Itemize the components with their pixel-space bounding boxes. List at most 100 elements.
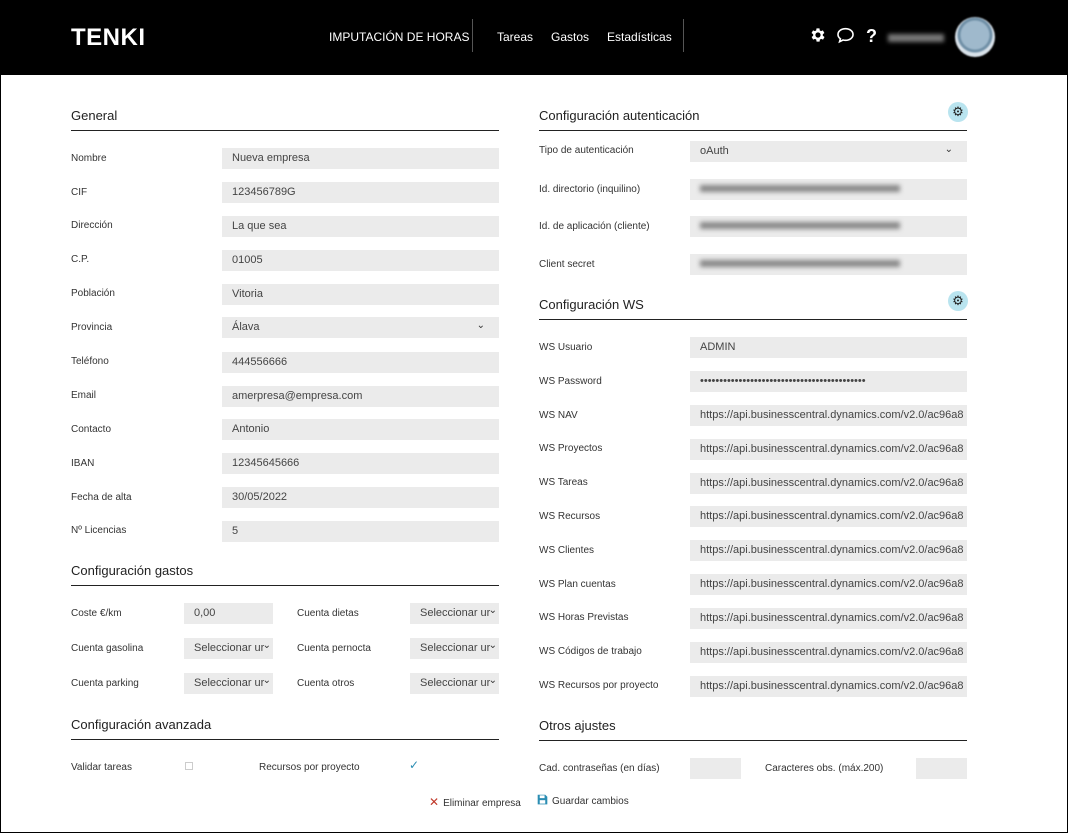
nav-imputacion-horas[interactable]: IMPUTACIÓN DE HORAS [329,30,469,44]
ws-codigos-trabajo-input[interactable]: https://api.businesscentral.dynamics.com… [690,642,967,663]
label-contacto: Contacto [71,424,112,435]
section-title-gastos: Configuración gastos [71,563,194,578]
contacto-input[interactable]: Antonio [222,419,499,440]
avatar[interactable] [955,17,995,57]
save-icon [537,794,548,807]
label-telefono: Teléfono [71,356,109,367]
label-poblacion: Población [71,288,115,299]
coste-km-input[interactable]: 0,00 [184,603,273,624]
cuenta-gasolina-select[interactable]: Seleccionar ur ⌄ [184,638,273,659]
ws-proyectos-input[interactable]: https://api.businesscentral.dynamics.com… [690,439,967,460]
label-ws-nav: WS NAV [539,410,578,421]
section-divider [71,130,499,131]
section-divider [539,319,967,320]
nav-divider [683,19,684,52]
label-ws-usuario: WS Usuario [539,342,593,353]
ws-settings-gear-icon[interactable]: ⚙ [948,291,968,311]
label-iban: IBAN [71,458,95,469]
fecha-alta-input[interactable]: 30/05/2022 [222,487,499,508]
chevron-down-icon: ⌄ [488,605,497,616]
label-id-aplicacion: Id. de aplicación (cliente) [539,221,650,232]
id-aplicacion-input[interactable] [690,216,967,237]
validar-tareas-checkbox[interactable] [185,762,193,770]
caducidad-contrasenas-input[interactable] [690,758,741,779]
label-nombre: Nombre [71,153,107,164]
top-bar: TENKI IMPUTACIÓN DE HORAS Tareas Gastos … [0,0,1068,75]
ws-tareas-input[interactable]: https://api.businesscentral.dynamics.com… [690,473,967,494]
section-divider [539,740,967,741]
label-tipo-autenticacion: Tipo de autenticación [539,145,634,156]
close-icon: ✕ [429,795,440,809]
label-direccion: Dirección [71,220,113,231]
chevron-down-icon: ⌄ [262,675,271,686]
ws-nav-input[interactable]: https://api.businesscentral.dynamics.com… [690,405,967,426]
help-icon[interactable]: ? [866,26,877,46]
user-name[interactable] [888,34,944,42]
label-licencias: Nº Licencias [71,525,127,536]
label-cuenta-gasolina: Cuenta gasolina [71,643,144,654]
ws-clientes-input[interactable]: https://api.businesscentral.dynamics.com… [690,540,967,561]
telefono-input[interactable]: 444556666 [222,352,499,373]
cuenta-parking-select[interactable]: Seleccionar ur ⌄ [184,673,273,694]
nav-tareas[interactable]: Tareas [497,30,533,44]
label-client-secret: Client secret [539,259,595,270]
tipo-autenticacion-select[interactable]: oAuth ⌄ [690,141,967,162]
section-title-ws: Configuración WS [539,297,644,312]
iban-input[interactable]: 12345645666 [222,453,499,474]
select-value: Seleccionar ur [420,677,491,689]
select-value: Seleccionar ur [420,642,491,654]
nav-gastos[interactable]: Gastos [551,30,589,44]
provincia-select[interactable]: Álava ⌄ [222,317,499,338]
label-email: Email [71,390,97,401]
label-cuenta-parking: Cuenta parking [71,678,139,689]
ws-password-input[interactable]: ••••••••••••••••••••••••••••••••••••••••… [690,371,967,392]
label-fecha-alta: Fecha de alta [71,492,132,503]
client-secret-input[interactable] [690,254,967,275]
ws-horas-previstas-input[interactable]: https://api.businesscentral.dynamics.com… [690,608,967,629]
gear-icon[interactable] [809,26,827,48]
tipo-autenticacion-value: oAuth [700,145,729,157]
recursos-proyecto-checkbox[interactable]: ✓ [409,758,419,772]
chevron-down-icon: ⌄ [488,675,497,686]
cp-input[interactable]: 01005 [222,250,499,271]
ws-recursos-proyecto-input[interactable]: https://api.businesscentral.dynamics.com… [690,676,967,697]
nav-estadisticas[interactable]: Estadísticas [607,30,672,44]
section-title-otros: Otros ajustes [539,718,616,733]
ws-recursos-input[interactable]: https://api.businesscentral.dynamics.com… [690,506,967,527]
label-ws-proyectos: WS Proyectos [539,443,603,454]
label-id-directorio: Id. directorio (inquilino) [539,184,641,195]
caracteres-obs-input[interactable] [916,758,967,779]
label-provincia: Provincia [71,322,113,333]
cuenta-dietas-select[interactable]: Seleccionar ur ⌄ [410,603,499,624]
ws-usuario-input[interactable]: ADMIN [690,337,967,358]
licencias-input[interactable]: 5 [222,521,499,542]
id-directorio-input[interactable] [690,179,967,200]
ws-plan-cuentas-input[interactable]: https://api.businesscentral.dynamics.com… [690,574,967,595]
section-title-avanzada: Configuración avanzada [71,717,212,732]
label-coste-km: Coste €/km [71,608,122,619]
cuenta-pernocta-select[interactable]: Seleccionar ur ⌄ [410,638,499,659]
direccion-input[interactable]: La que sea [222,216,499,237]
provincia-value: Álava [232,321,260,333]
auth-settings-gear-icon[interactable]: ⚙ [948,102,968,122]
section-divider [71,585,499,586]
chat-icon[interactable] [836,26,855,48]
main-content: General Nombre Nueva empresa CIF 1234567… [1,75,1067,832]
cif-input[interactable]: 123456789G [222,182,499,203]
label-caducidad-contrasenas: Cad. contraseñas (en días) [539,763,660,774]
nav-divider [472,19,473,52]
label-recursos-proyecto: Recursos por proyecto [259,762,360,773]
label-caracteres-obs: Caracteres obs. (máx.200) [765,763,884,774]
logo[interactable]: TENKI [71,24,146,52]
email-field[interactable]: amerpresa@empresa.com [222,386,499,407]
label-ws-plan-cuentas: WS Plan cuentas [539,579,616,590]
label-ws-tareas: WS Tareas [539,477,588,488]
save-button[interactable]: Guardar cambios [537,794,629,807]
save-label: Guardar cambios [552,796,629,807]
label-validar-tareas: Validar tareas [71,762,132,773]
nombre-input[interactable]: Nueva empresa [222,148,499,169]
cuenta-otros-select[interactable]: Seleccionar ur ⌄ [410,673,499,694]
poblacion-input[interactable]: Vitoria [222,284,499,305]
delete-company-button[interactable]: ✕ Eliminar empresa [429,795,521,809]
select-value: Seleccionar ur [420,607,491,619]
